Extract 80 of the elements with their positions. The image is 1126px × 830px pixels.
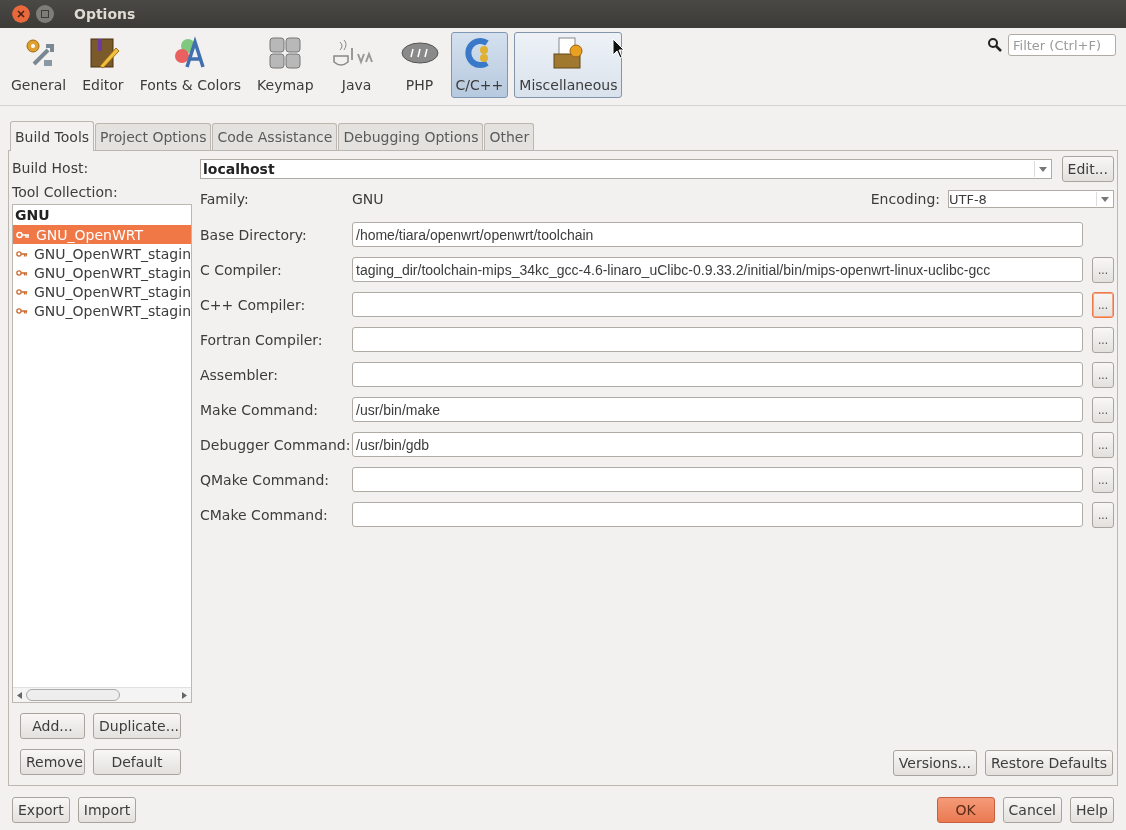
- edit-button[interactable]: Edit...: [1061, 156, 1114, 182]
- tab[interactable]: Other: [484, 123, 535, 150]
- browse-button[interactable]: ...: [1092, 361, 1114, 388]
- path-field[interactable]: /usr/bin/make: [352, 397, 1083, 422]
- shapes-letter-icon: [173, 36, 208, 70]
- category-button[interactable]: General: [6, 32, 72, 98]
- scroll-right-icon[interactable]: [182, 691, 187, 699]
- footer-button[interactable]: Export: [12, 797, 70, 823]
- category-button[interactable]: PHP: [394, 32, 445, 98]
- list-action-button[interactable]: Default: [93, 749, 181, 775]
- field-label: CMake Command:: [200, 506, 329, 523]
- path-field[interactable]: [352, 327, 1083, 352]
- key-icon: [16, 306, 28, 315]
- build-host-label: Build Host:: [12, 159, 90, 178]
- panel-button[interactable]: Versions...: [892, 750, 977, 776]
- tool-collection-label: Tool Collection:: [12, 183, 119, 202]
- path-field[interactable]: [352, 467, 1083, 492]
- dialog-button[interactable]: Help: [1070, 797, 1114, 823]
- window-title: Options: [74, 6, 136, 22]
- field-label: QMake Command:: [200, 471, 331, 488]
- category-button[interactable]: Miscellaneous: [514, 32, 623, 98]
- scroll-left-icon[interactable]: [17, 691, 22, 699]
- mouse-pointer-icon: [612, 38, 627, 60]
- list-action-button[interactable]: Add...: [20, 713, 85, 739]
- keyboard-keys-icon: [268, 36, 303, 70]
- category-button[interactable]: Keymap: [252, 32, 319, 98]
- minimize-icon[interactable]: [36, 5, 54, 23]
- filter-field[interactable]: Filter (Ctrl+F): [1008, 34, 1116, 56]
- path-field[interactable]: [352, 362, 1083, 387]
- list-action-button[interactable]: Remove: [20, 749, 85, 775]
- tool-collection-item[interactable]: GNU_OpenWRT_stagin: [13, 263, 191, 282]
- tool-collection-item[interactable]: GNU_OpenWRT_stagin: [13, 282, 191, 301]
- key-icon: [16, 268, 28, 277]
- browse-button[interactable]: ...: [1092, 396, 1114, 423]
- encoding-dropdown[interactable]: UTF-8: [948, 190, 1114, 208]
- key-icon: [16, 230, 30, 239]
- path-field[interactable]: /usr/bin/gdb: [352, 432, 1083, 457]
- panel-button[interactable]: Restore Defaults: [984, 750, 1113, 776]
- encoding-label: Encoding:: [870, 191, 940, 207]
- category-button[interactable]: Fonts & Colors: [134, 32, 247, 98]
- list-group-heading: GNU: [14, 206, 51, 225]
- field-label: Assembler:: [200, 366, 280, 383]
- browse-button[interactable]: ...: [1092, 501, 1114, 528]
- field-label: Debugger Command:: [200, 436, 352, 453]
- tool-collection-item[interactable]: GNU_OpenWRT_stagin: [13, 244, 191, 263]
- tool-collection-item[interactable]: GNU_OpenWRT_stagin: [13, 301, 191, 320]
- category-button[interactable]: Java: [324, 32, 389, 98]
- family-label: Family:: [200, 191, 250, 207]
- browse-button[interactable]: ...: [1092, 326, 1114, 353]
- browse-button[interactable]: ...: [1092, 256, 1114, 283]
- close-icon[interactable]: [12, 5, 30, 23]
- field-label: C++ Compiler:: [200, 296, 307, 313]
- tab[interactable]: Build Tools: [10, 121, 95, 151]
- tab[interactable]: Code Assistance: [212, 123, 338, 150]
- category-button[interactable]: Editor: [77, 32, 129, 98]
- tab[interactable]: Project Options: [95, 123, 212, 150]
- browse-button[interactable]: ...: [1092, 291, 1114, 318]
- key-icon: [16, 249, 28, 258]
- search-icon: [988, 38, 1002, 52]
- scrollbar-thumb[interactable]: [26, 689, 120, 701]
- dialog-button[interactable]: Cancel: [1002, 797, 1062, 823]
- tab[interactable]: Debugging Options: [338, 123, 484, 150]
- category-button[interactable]: C/C++: [450, 32, 509, 98]
- field-label: C Compiler:: [200, 261, 283, 278]
- footer-button[interactable]: Import: [77, 797, 137, 823]
- key-icon: [16, 287, 28, 296]
- field-label: Fortran Compiler:: [200, 331, 324, 348]
- list-action-button[interactable]: Duplicate...: [93, 713, 181, 739]
- path-field[interactable]: /home/tiara/openwrt/openwrt/toolchain: [352, 222, 1083, 247]
- browse-button[interactable]: ...: [1092, 431, 1114, 458]
- build-host-dropdown[interactable]: localhost: [200, 159, 1052, 179]
- dialog-button[interactable]: OK: [936, 797, 995, 823]
- path-field[interactable]: taging_dir/toolchain-mips_34kc_gcc-4.6-linaro_uClibc-0.9.33.2/initial/bin/mips-openwrt-linux-uclibc-gcc: [352, 257, 1083, 282]
- path-field[interactable]: [352, 502, 1083, 527]
- field-label: Base Directory:: [200, 226, 308, 243]
- field-label: Make Command:: [200, 401, 319, 418]
- family-value: GNU: [352, 191, 385, 207]
- path-field[interactable]: [352, 292, 1083, 317]
- folder-gear-icon: [551, 36, 586, 70]
- browse-button[interactable]: ...: [1092, 466, 1114, 493]
